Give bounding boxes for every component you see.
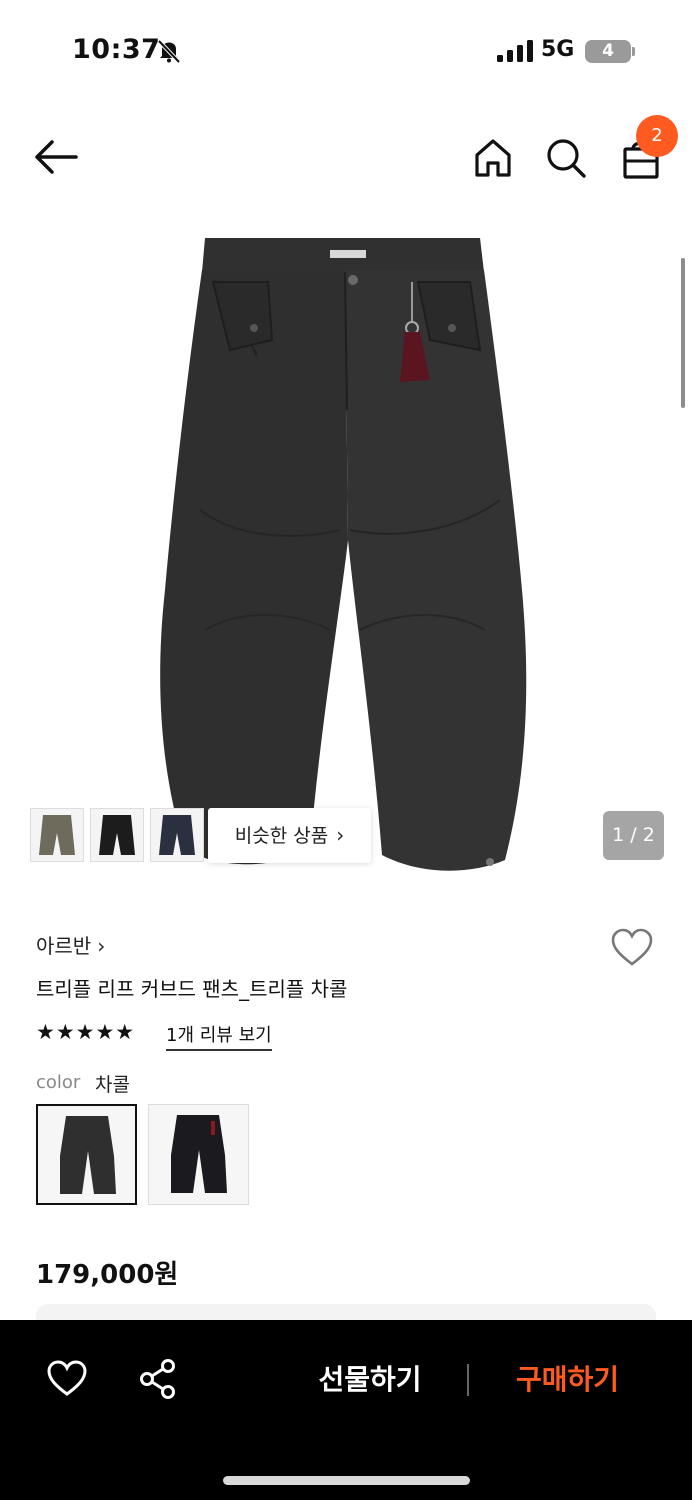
thumbnail-pants-navy	[159, 815, 195, 855]
color-thumbnail-3[interactable]	[150, 808, 204, 862]
home-icon[interactable]	[470, 135, 516, 181]
heart-icon[interactable]	[46, 1360, 88, 1398]
back-arrow-icon[interactable]	[30, 136, 82, 178]
chevron-right-icon: ›	[336, 823, 345, 847]
similar-products-label: 비슷한 상품	[234, 825, 329, 847]
thumbnail-pants-olive	[39, 815, 75, 855]
status-time: 10:37	[72, 34, 161, 65]
rating-stars: ★★★★★	[36, 1020, 136, 1044]
color-thumbnail-1[interactable]	[30, 808, 84, 862]
buy-button[interactable]: 구매하기	[490, 1350, 645, 1410]
image-scroll-indicator	[681, 258, 685, 408]
product-title: 트리플 리프 커브드 팬츠_트리플 차콜	[36, 977, 348, 1001]
network-type: 5G	[541, 37, 575, 62]
share-icon[interactable]	[138, 1358, 178, 1400]
similar-products-button[interactable]: 비슷한 상품 ›	[208, 808, 371, 863]
color-label: color	[36, 1072, 81, 1093]
color-value: 차콜	[95, 1074, 130, 1096]
product-image[interactable]	[0, 210, 692, 890]
home-indicator	[223, 1476, 470, 1485]
color-swatch-charcoal[interactable]	[36, 1104, 137, 1205]
bottom-action-bar	[0, 1320, 692, 1500]
brand-name: 아르반	[36, 934, 92, 958]
thumbnail-pants-black	[99, 815, 135, 855]
battery-level: 4	[602, 41, 614, 61]
swatch-pants-charcoal	[60, 1116, 116, 1194]
bell-off-icon	[157, 39, 181, 64]
gift-button[interactable]: 선물하기	[290, 1350, 450, 1410]
battery-icon: 4	[585, 40, 631, 63]
color-thumbnail-2[interactable]	[90, 808, 144, 862]
chevron-right-icon: ›	[97, 934, 106, 958]
top-nav	[0, 110, 692, 200]
cart-count-badge: 2	[636, 115, 678, 157]
review-link[interactable]: 1개 리뷰 보기	[166, 1021, 272, 1051]
swatch-pants-black	[171, 1115, 227, 1193]
battery-tip	[632, 47, 635, 56]
brand-link[interactable]: 아르반 ›	[36, 930, 105, 959]
status-bar: 10:37 5G 4	[0, 0, 692, 100]
product-price: 179,000원	[36, 1260, 179, 1290]
button-divider	[467, 1364, 469, 1396]
search-icon[interactable]	[543, 135, 589, 181]
image-page-counter: 1 / 2	[603, 811, 664, 860]
signal-icon	[497, 40, 533, 62]
color-swatch-black[interactable]	[148, 1104, 249, 1205]
wishlist-heart-icon[interactable]	[610, 928, 654, 968]
